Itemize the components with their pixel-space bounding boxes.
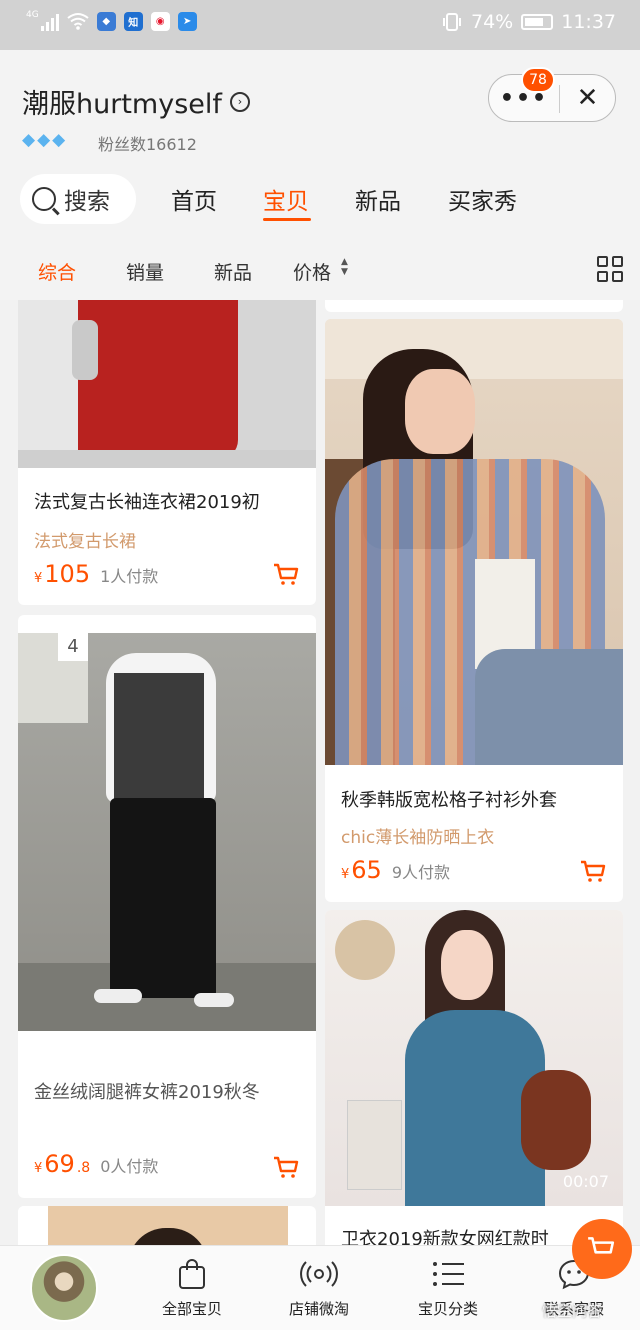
sort-arrows-icon: ▲ ▼	[341, 257, 348, 277]
currency-symbol: ¥	[34, 571, 43, 586]
product-card[interactable]: 法式复古长袖连衣裙2019初 法式复古长裙 ¥ 105 1人付款	[18, 300, 316, 605]
sort-sales[interactable]: 销量	[126, 258, 164, 285]
nav-store-feed[interactable]: 店铺微淘	[269, 1256, 369, 1319]
product-card[interactable]	[18, 1206, 316, 1245]
status-bar: 4G ◆ 知 ◉ ➤ 74% 11:37	[0, 0, 640, 50]
shopping-bag-icon	[179, 1259, 205, 1289]
diamond-icon: ◆	[52, 130, 66, 150]
battery-icon	[521, 14, 554, 30]
product-price: ¥ 69 .8 0人付款	[34, 1150, 158, 1178]
zhihu-app-icon: 知	[123, 11, 143, 31]
close-icon: ✕	[576, 83, 599, 113]
network-type: 4G	[26, 10, 39, 20]
nav-all-products[interactable]: 全部宝贝	[142, 1256, 242, 1319]
price-decimal: .8	[76, 1160, 91, 1176]
chevron-right-icon: ›	[229, 91, 250, 112]
search-label: 搜索	[64, 189, 110, 215]
list-icon	[433, 1262, 464, 1286]
active-tab-indicator	[263, 218, 311, 221]
grid-view-icon[interactable]	[597, 256, 623, 282]
video-duration: 00:07	[562, 1172, 609, 1191]
broadcast-icon	[300, 1261, 338, 1287]
cellular-signal-icon: 4G	[26, 11, 59, 31]
product-image: 4	[18, 633, 316, 1031]
avatar[interactable]	[30, 1254, 98, 1322]
tab-products[interactable]: 宝贝	[263, 182, 309, 216]
store-name-text: 潮服hurtmyself	[22, 89, 222, 120]
product-price: ¥ 65 9人付款	[341, 856, 450, 884]
wifi-icon	[67, 13, 89, 30]
search-icon	[32, 187, 56, 211]
product-card[interactable]: 秋季韩版宽松格子衬衫外套 chic薄长袖防晒上衣 ¥ 65 9人付款	[325, 319, 623, 902]
product-title: 金丝绒阔腿裤女裤2019秋冬	[34, 1082, 260, 1103]
vibrate-icon	[443, 13, 461, 31]
product-subtitle: chic薄长袖防晒上衣	[341, 828, 495, 848]
cart-icon	[588, 1237, 615, 1254]
price-value: 105	[44, 560, 91, 588]
store-name[interactable]: 潮服hurtmyself ›	[22, 82, 250, 121]
product-card[interactable]	[325, 300, 623, 312]
sold-count: 1人付款	[100, 567, 159, 586]
price-value: 65	[351, 856, 382, 884]
product-title: 卫衣2019新款女网红款时	[341, 1229, 549, 1245]
tab-buyer-show[interactable]: 买家秀	[448, 182, 517, 216]
sold-count: 0人付款	[100, 1157, 159, 1176]
product-title: 秋季韩版宽松格子衬衫外套	[341, 790, 557, 811]
send-app-icon: ➤	[177, 11, 197, 31]
product-price: ¥ 105 1人付款	[34, 560, 158, 588]
nav-label: 全部宝贝	[161, 1300, 222, 1318]
diamond-icon: ◆	[37, 130, 51, 150]
currency-symbol: ¥	[34, 1161, 43, 1176]
search-button[interactable]: 搜索	[20, 174, 136, 224]
product-image	[18, 300, 316, 468]
cart-icon[interactable]	[272, 562, 300, 586]
weibo-app-icon: ◉	[150, 11, 170, 31]
sort-price[interactable]: 价格	[293, 258, 331, 285]
floating-cart-button[interactable]	[572, 1219, 632, 1279]
currency-symbol: ¥	[341, 867, 350, 882]
product-title: 法式复古长袖连衣裙2019初	[34, 492, 260, 513]
cart-icon[interactable]	[579, 859, 607, 883]
product-feed: 法式复古长袖连衣裙2019初 法式复古长裙 ¥ 105 1人付款 秋季韩版宽松格…	[0, 300, 640, 1245]
tab-home[interactable]: 首页	[171, 182, 217, 216]
product-subtitle: 法式复古长裙	[34, 532, 136, 552]
notification-badge: 78	[521, 67, 555, 93]
product-card[interactable]: 4 金丝绒阔腿裤女裤2019秋冬 ¥ 69 .8 0人付款	[18, 615, 316, 1198]
sort-comprehensive[interactable]: 综合	[38, 258, 76, 285]
nav-categories[interactable]: 宝贝分类	[398, 1256, 498, 1319]
shield-app-icon: ◆	[96, 11, 116, 31]
battery-percent: 74%	[471, 11, 514, 33]
sold-count: 9人付款	[391, 863, 451, 882]
product-card[interactable]: 00:07 卫衣2019新款女网红款时	[325, 910, 623, 1245]
clock: 11:37	[561, 11, 616, 33]
product-image	[325, 910, 623, 1206]
nav-label: 宝贝分类	[417, 1300, 478, 1318]
diamond-icon: ◆	[22, 130, 36, 150]
store-level-diamonds: ◆ ◆ ◆	[22, 130, 65, 150]
price-value: 69	[44, 1150, 75, 1178]
watermark: 悟空问答	[542, 1302, 603, 1320]
cart-icon[interactable]	[272, 1155, 300, 1179]
nav-label: 店铺微淘	[288, 1300, 349, 1318]
sort-new[interactable]: 新品	[214, 258, 252, 285]
tab-new[interactable]: 新品	[355, 182, 401, 216]
fans-count: 粉丝数16612	[98, 135, 197, 154]
close-button[interactable]: ✕	[560, 75, 615, 121]
product-image	[325, 319, 623, 765]
